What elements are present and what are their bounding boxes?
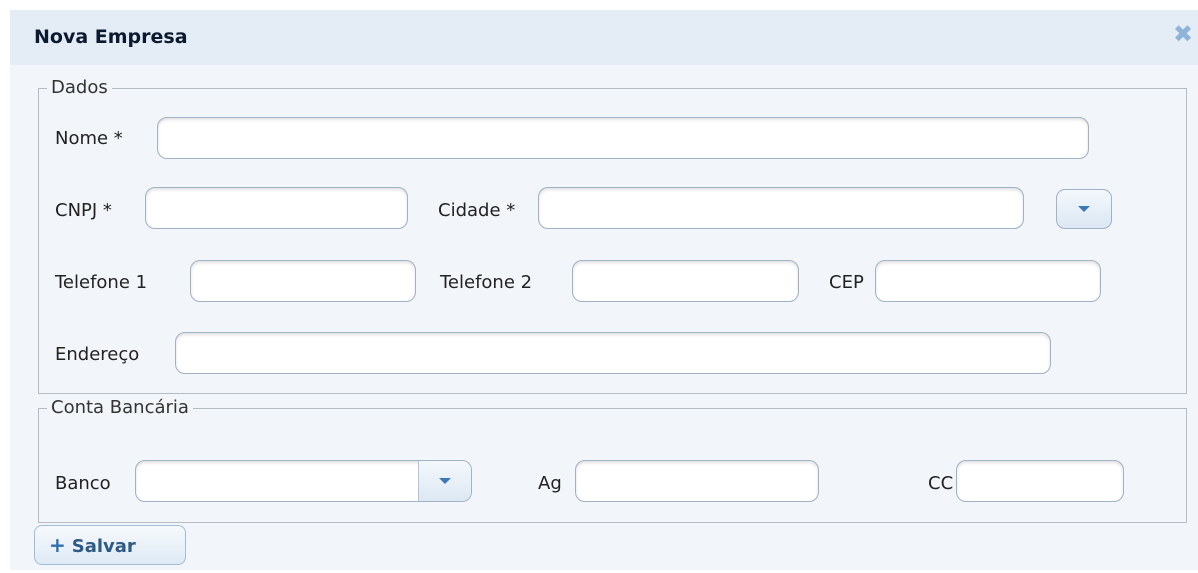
new-company-dialog: Nova Empresa ✖ Dados Nome * CNPJ * Cidad… [10, 10, 1198, 570]
cc-label: CC [928, 473, 954, 494]
conta-legend: Conta Bancária [47, 396, 193, 420]
telefone2-input[interactable] [572, 260, 799, 302]
chevron-down-icon [1078, 206, 1090, 212]
dados-legend: Dados [47, 76, 112, 100]
nome-label: Nome * [55, 128, 123, 149]
cep-input[interactable] [875, 260, 1101, 302]
banco-label: Banco [55, 473, 111, 494]
cc-input[interactable] [956, 460, 1124, 502]
dialog-titlebar: Nova Empresa ✖ [10, 10, 1198, 65]
cidade-dropdown-button[interactable] [1056, 189, 1112, 229]
cidade-input[interactable] [538, 187, 1024, 229]
telefone1-label: Telefone 1 [55, 272, 148, 293]
cidade-label: Cidade * [438, 200, 516, 221]
endereco-label: Endereço [55, 344, 140, 365]
ag-input[interactable] [575, 460, 819, 502]
cnpj-input[interactable] [145, 187, 408, 229]
chevron-down-icon [439, 478, 451, 484]
cnpj-label: CNPJ * [55, 200, 112, 221]
dialog-title: Nova Empresa [34, 26, 188, 48]
close-icon[interactable]: ✖ [1172, 22, 1194, 46]
cep-label: CEP [829, 272, 864, 293]
banco-select[interactable] [135, 460, 472, 502]
endereco-input[interactable] [175, 332, 1051, 374]
plus-icon: + [49, 533, 66, 557]
banco-input[interactable] [136, 461, 419, 501]
banco-dropdown-button[interactable] [418, 461, 471, 501]
telefone1-input[interactable] [190, 260, 416, 302]
nome-input[interactable] [157, 117, 1089, 159]
ag-label: Ag [538, 473, 562, 494]
save-button-label: Salvar [71, 536, 136, 557]
save-button[interactable]: + Salvar [34, 525, 186, 565]
telefone2-label: Telefone 2 [440, 272, 533, 293]
